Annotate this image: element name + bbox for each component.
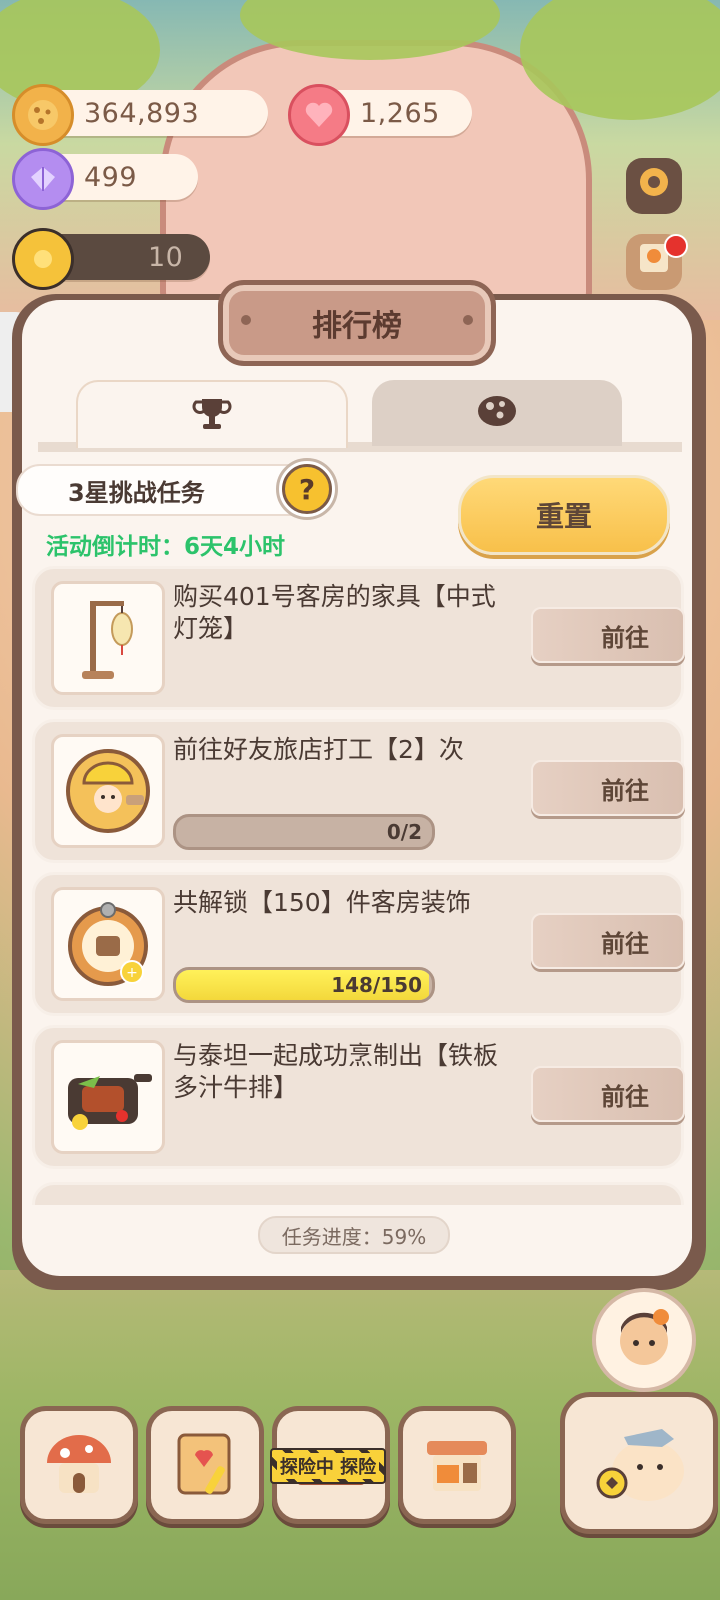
task-card: 购买401号客房的家具【中式灯笼】 前往 <box>32 566 685 710</box>
explore-status-text: 探险中 探险 <box>276 1453 380 1479</box>
help-button[interactable]: ? <box>276 458 338 520</box>
go-button[interactable]: 前往 <box>531 913 685 969</box>
helper-counter[interactable]: 10 <box>12 228 210 290</box>
task-card: + 共解锁【150】件客房装饰 148/150 前往 <box>32 872 685 1016</box>
go-button-label: 前往 <box>601 776 649 805</box>
go-button[interactable]: 前往 <box>531 760 685 816</box>
gear-icon <box>634 162 674 211</box>
mushroom-icon <box>475 391 519 435</box>
task-card: 前往好友旅店打工【2】次 0/2 前往 <box>32 719 685 863</box>
gem-icon <box>12 148 74 210</box>
character-avatar-button[interactable] <box>592 1288 696 1392</box>
nav-character[interactable] <box>560 1392 718 1534</box>
shop-stall-icon <box>417 1425 497 1505</box>
task-description: 共解锁【150】件客房装饰 <box>173 888 471 917</box>
cookie-icon <box>12 84 74 146</box>
mushroom-house-icon <box>39 1423 119 1507</box>
reset-button[interactable]: 重置 <box>458 475 670 555</box>
go-button-label: 前往 <box>601 929 649 958</box>
gem-count: 499 <box>84 161 138 193</box>
task-progress-text: 148/150 <box>331 973 422 997</box>
go-button-label: 前往 <box>601 623 649 652</box>
steak-plate-icon <box>51 1040 165 1154</box>
event-countdown: 活动倒计时：6天4小时 <box>46 534 286 560</box>
heart-candy-icon <box>288 84 350 146</box>
notepad-icon <box>167 1425 243 1505</box>
settings-button[interactable] <box>626 158 682 214</box>
worker-badge-icon <box>51 734 165 848</box>
plate-rivet <box>463 315 473 325</box>
panel-title: 排行榜 <box>312 309 402 344</box>
go-button[interactable]: 前往 <box>531 607 685 663</box>
go-button-label: 前往 <box>601 1082 649 1111</box>
heart-count: 1,265 <box>360 97 440 129</box>
nav-tasks[interactable] <box>146 1406 264 1524</box>
fish-cat-character-icon <box>584 1411 694 1515</box>
helper-count: 10 <box>148 241 184 273</box>
task-description: 购买401号客房的家具【中式灯笼】 <box>173 582 496 643</box>
sun-icon <box>12 228 74 290</box>
task-description: 与泰坦一起成功烹制出【铁板多汁牛排】 <box>173 1041 499 1102</box>
task-card: 与泰坦一起成功烹制出【铁板多汁牛排】 前往 <box>32 1025 685 1169</box>
challenge-label: 3星挑战任务 <box>16 464 320 516</box>
cookie-count: 364,893 <box>84 97 200 129</box>
lantern-icon <box>51 581 165 695</box>
task-card-partial <box>32 1182 684 1205</box>
go-button[interactable]: 前往 <box>531 1066 685 1122</box>
trophy-icon <box>192 393 232 437</box>
nav-shop[interactable] <box>398 1406 516 1524</box>
panel-title-plate: 排行榜 <box>218 280 496 366</box>
explore-status-tape: 探险中 探险 <box>270 1448 386 1484</box>
cookie-currency[interactable]: 364,893 <box>12 84 268 146</box>
background-house <box>160 40 592 312</box>
challenge-title: 3星挑战任务 <box>68 478 205 507</box>
gem-currency[interactable]: 499 <box>12 148 198 210</box>
tab-mushroom[interactable] <box>372 380 622 446</box>
question-icon: ? <box>282 464 332 514</box>
task-progress-bar: 0/2 <box>173 814 435 850</box>
notification-badge <box>664 234 688 258</box>
heart-currency[interactable]: 1,265 <box>288 84 472 146</box>
svg-text:+: + <box>126 965 138 981</box>
nav-home[interactable] <box>20 1406 138 1524</box>
decoration-medal-icon: + <box>51 887 165 1001</box>
reset-label: 重置 <box>535 500 592 533</box>
task-description: 前往好友旅店打工【2】次 <box>173 735 464 764</box>
plate-rivet <box>241 315 251 325</box>
overall-progress: 任务进度：59% <box>258 1216 450 1254</box>
task-progress-text: 0/2 <box>386 820 422 844</box>
tab-trophy[interactable] <box>76 380 348 448</box>
character-avatar-icon <box>609 1303 679 1377</box>
task-progress-bar: 148/150 <box>173 967 435 1003</box>
